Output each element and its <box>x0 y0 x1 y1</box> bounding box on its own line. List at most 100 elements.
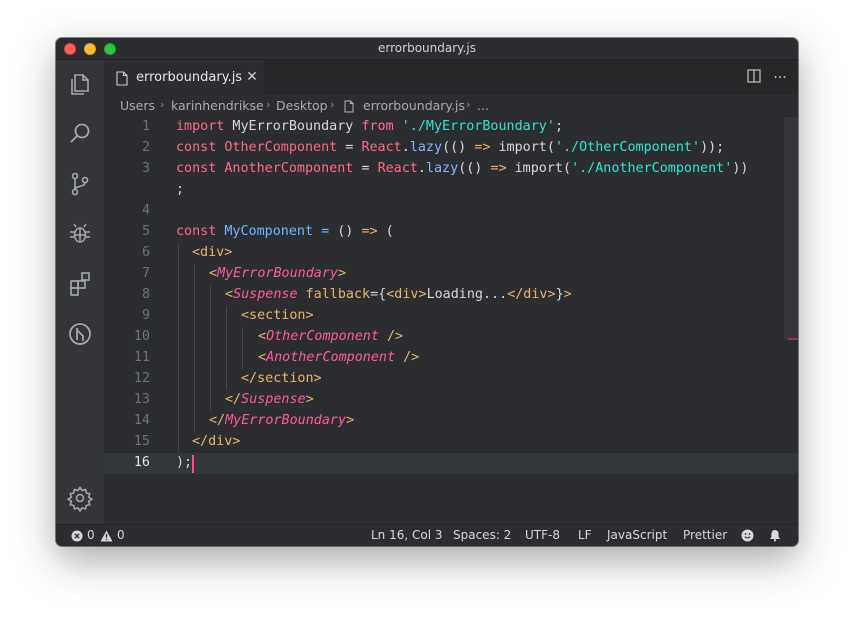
title-bar: errorboundary.js <box>56 38 798 60</box>
line-number: 3 <box>141 161 150 176</box>
end-of-line[interactable]: LF <box>578 528 592 542</box>
breadcrumb-item[interactable]: karinhendrikse <box>171 98 264 113</box>
breadcrumb-separator: › <box>330 98 335 111</box>
code-token: </ <box>209 413 226 428</box>
code-token: const <box>176 224 217 239</box>
split-editor-icon[interactable] <box>745 69 763 87</box>
more-actions-icon[interactable]: ··· <box>771 69 789 87</box>
line-number: 5 <box>141 224 150 239</box>
cursor-position[interactable]: Ln 16, Col 3 <box>371 528 443 542</box>
code-line: 8 <Suspense fallback={<div>Loading...</di… <box>104 285 798 306</box>
close-tab-icon[interactable]: ✕ <box>244 69 260 85</box>
code-text: </div> <box>192 434 240 449</box>
code-text: const AnotherComponent = React.lazy(() =… <box>176 161 748 176</box>
tab-bar: errorboundary.js ✕ ··· <box>104 60 798 95</box>
text-cursor <box>192 455 194 473</box>
notifications-bell-icon[interactable] <box>769 529 781 542</box>
code-token: => <box>474 140 491 155</box>
files-icon[interactable] <box>66 70 94 98</box>
code-token: MyErrorBoundary <box>225 413 347 428</box>
code-token: ); <box>176 455 193 470</box>
breadcrumb-item[interactable]: Users <box>120 98 155 113</box>
code-token: => <box>490 161 507 176</box>
line-number: 7 <box>141 266 150 281</box>
code-token: import( <box>506 161 572 176</box>
feedback-smiley-icon[interactable] <box>741 529 754 542</box>
source-control-icon[interactable] <box>66 170 94 198</box>
breadcrumb-item[interactable]: errorboundary.js <box>363 98 465 113</box>
error-count[interactable]: 0 <box>87 528 95 542</box>
code-token: </div> <box>507 287 556 302</box>
indentation[interactable]: Spaces: 2 <box>453 528 511 542</box>
file-icon <box>344 100 354 113</box>
code-text: ); <box>176 455 192 470</box>
line-number: 13 <box>133 392 150 407</box>
code-editor[interactable]: 1 import MyErrorBoundary from './MyErrorB… <box>104 117 798 524</box>
breadcrumb: Users › karinhendrikse › Desktop › error… <box>104 95 798 117</box>
code-token: > <box>563 287 572 302</box>
warning-icon[interactable] <box>100 530 113 542</box>
code-token: </section> <box>241 371 322 386</box>
code-token: > <box>346 413 355 428</box>
code-token: OtherComponent <box>224 140 338 155</box>
formatter[interactable]: Prettier <box>683 528 727 542</box>
code-token: React <box>361 140 402 155</box>
line-number: 1 <box>141 119 150 134</box>
code-token: const <box>176 140 217 155</box>
breadcrumb-separator: › <box>266 98 271 111</box>
code-token: < <box>258 350 267 365</box>
code-token: < <box>209 266 218 281</box>
status-bar: 0 0 Ln 16, Col 3 Spaces: 2 UTF-8 LF Java… <box>56 524 798 546</box>
line-number: 12 <box>133 371 150 386</box>
search-icon[interactable] <box>66 120 94 148</box>
code-token: ={ <box>370 287 387 302</box>
code-token: lazy <box>409 140 443 155</box>
code-token: OtherComponent <box>266 329 379 344</box>
code-token: './MyErrorBoundary' <box>401 119 555 134</box>
code-text: </MyErrorBoundary> <box>209 413 354 428</box>
code-token: from <box>361 119 394 134</box>
code-token: )) <box>732 161 749 176</box>
code-line: 4 <box>104 201 798 222</box>
gitlens-icon[interactable] <box>66 320 94 348</box>
code-token: > <box>338 266 347 281</box>
code-token: (() <box>458 161 491 176</box>
indent-guide <box>194 264 195 432</box>
code-token: /> <box>387 329 404 344</box>
code-text: <Suspense fallback={<div>Loading...</div… <box>225 287 572 302</box>
warning-count[interactable]: 0 <box>117 528 125 542</box>
code-token: = <box>337 140 362 155</box>
code-token: MyErrorBoundary <box>224 119 362 134</box>
code-token: import( <box>490 140 555 155</box>
code-token: <div> <box>386 287 427 302</box>
code-token: fallback <box>305 287 371 302</box>
line-number: 16 <box>133 455 150 470</box>
breadcrumb-item[interactable]: ... <box>477 98 489 113</box>
tab-errorboundary[interactable]: errorboundary.js ✕ <box>104 60 264 95</box>
code-token: Suspense <box>233 287 298 302</box>
debug-icon[interactable] <box>66 220 94 248</box>
gear-icon[interactable] <box>66 484 94 513</box>
vertical-scrollbar[interactable] <box>784 117 798 339</box>
code-text: const MyComponent = () => ( <box>176 224 394 239</box>
error-icon[interactable] <box>71 530 83 542</box>
code-line: 3 const AnotherComponent = React.lazy(() … <box>104 159 798 180</box>
code-token: ( <box>377 224 394 239</box>
line-number: 4 <box>141 203 150 218</box>
encoding[interactable]: UTF-8 <box>525 528 560 542</box>
code-line-current: 16); <box>104 453 798 474</box>
code-token: <section> <box>241 308 314 323</box>
code-line: 2 const OtherComponent = React.lazy(() =>… <box>104 138 798 159</box>
code-text: <OtherComponent /> <box>258 329 403 344</box>
code-token: './AnotherComponent' <box>571 161 733 176</box>
extensions-icon[interactable] <box>66 270 94 298</box>
code-line: 9 <section> <box>104 306 798 327</box>
breadcrumb-item[interactable]: Desktop <box>276 98 328 113</box>
language-mode[interactable]: JavaScript <box>607 528 667 542</box>
code-token: . <box>417 161 426 176</box>
code-line: 11 <AnotherComponent /> <box>104 348 798 369</box>
